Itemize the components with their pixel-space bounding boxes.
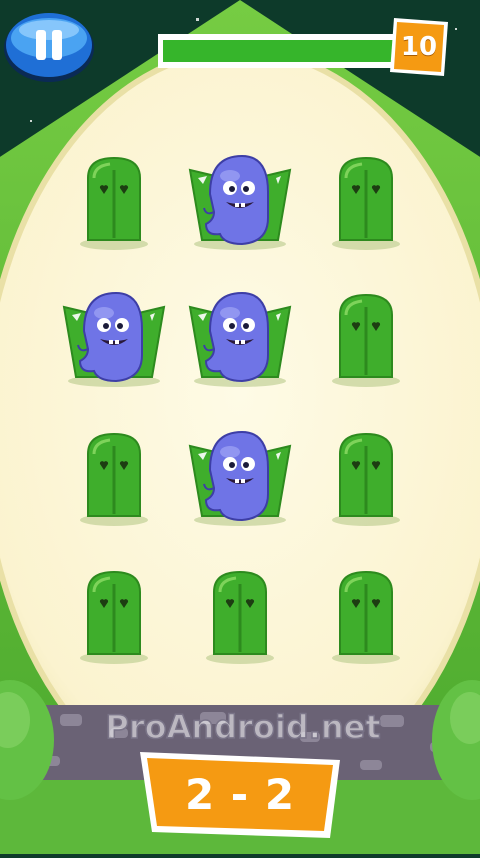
ghost-cell[interactable]: [180, 148, 300, 258]
tombstone-cell[interactable]: [54, 424, 174, 534]
tombstone-cell[interactable]: [306, 285, 426, 395]
tombstone-icon: [332, 432, 400, 526]
tombstone-cell[interactable]: [54, 148, 174, 258]
tombstone-icon: [332, 570, 400, 664]
tombstone-icon: [80, 570, 148, 664]
tombstone-cell[interactable]: [306, 562, 426, 672]
tombstone-cell[interactable]: [306, 424, 426, 534]
tombstone-cell[interactable]: [306, 148, 426, 258]
ghost-icon: [62, 291, 166, 387]
tombstone-cell[interactable]: [54, 562, 174, 672]
tombstone-icon: [206, 570, 274, 664]
watermark: ProAndroid.net: [88, 700, 398, 754]
tombstone-icon: [80, 432, 148, 526]
tombstone-icon: [332, 293, 400, 387]
watermark-text: ProAndroid.net: [105, 708, 380, 746]
ghost-cell[interactable]: [180, 424, 300, 534]
level-label: 2 - 2: [184, 769, 296, 819]
tombstone-icon: [80, 156, 148, 250]
ghost-icon: [188, 154, 292, 250]
ghost-icon: [188, 430, 292, 526]
tombstone-cell[interactable]: [180, 562, 300, 672]
ghost-cell[interactable]: [54, 285, 174, 395]
ghost-icon: [188, 291, 292, 387]
tombstone-icon: [332, 156, 400, 250]
ghost-cell[interactable]: [180, 285, 300, 395]
